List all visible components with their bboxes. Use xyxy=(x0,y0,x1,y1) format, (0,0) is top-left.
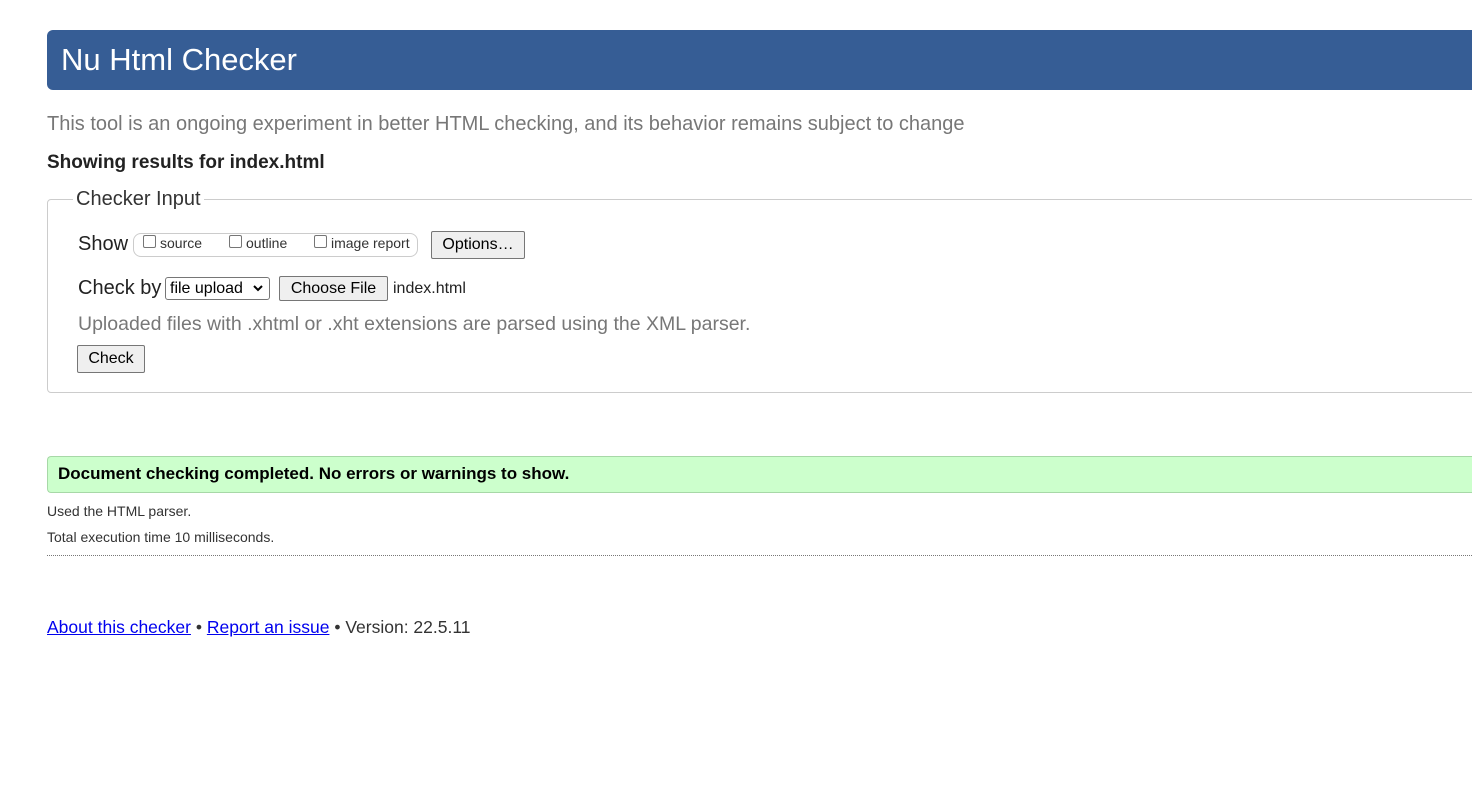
xml-parser-hint: Uploaded files with .xhtml or .xht exten… xyxy=(78,313,751,335)
image-report-label: image report xyxy=(331,235,410,251)
parser-note: Used the HTML parser. xyxy=(47,503,192,519)
checker-input-legend: Checker Input xyxy=(73,187,204,211)
selected-file-name: index.html xyxy=(393,280,466,297)
choose-file-button[interactable]: Choose File xyxy=(279,276,388,301)
page: Nu Html Checker This tool is an ongoing … xyxy=(0,0,1472,808)
footer-separator: • xyxy=(195,617,202,637)
image-report-checkbox[interactable] xyxy=(314,234,327,248)
execution-time: Total execution time 10 milliseconds. xyxy=(47,529,275,545)
check-by-label: Check by xyxy=(78,277,162,299)
about-checker-link[interactable]: About this checker xyxy=(47,617,191,637)
show-outline-option[interactable]: outline xyxy=(229,234,288,251)
check-by-select[interactable]: file upload xyxy=(165,277,270,300)
footer-separator: • xyxy=(334,617,341,637)
success-message-box: Document checking completed. No errors o… xyxy=(47,456,1472,493)
options-button[interactable]: Options… xyxy=(431,231,525,259)
chevron-down-icon xyxy=(253,285,263,292)
outline-checkbox[interactable] xyxy=(229,234,242,248)
source-checkbox[interactable] xyxy=(143,234,156,248)
show-options-group: source outline image report xyxy=(133,233,418,257)
results-heading: Showing results for index.html xyxy=(47,152,325,173)
check-by-selected-value: file upload xyxy=(170,279,243,297)
tool-subtitle: This tool is an ongoing experiment in be… xyxy=(47,113,965,135)
show-source-option[interactable]: source xyxy=(143,234,203,251)
source-label: source xyxy=(160,235,203,251)
outline-label: outline xyxy=(246,235,288,251)
page-title: Nu Html Checker xyxy=(61,42,297,77)
version-text: Version: 22.5.11 xyxy=(345,617,471,637)
success-message: Document checking completed. No errors o… xyxy=(58,464,570,483)
footer: About this checker • Report an issue • V… xyxy=(47,616,471,638)
header-bar: Nu Html Checker xyxy=(47,30,1472,90)
show-label: Show xyxy=(78,233,129,255)
check-button[interactable]: Check xyxy=(77,345,145,373)
report-issue-link[interactable]: Report an issue xyxy=(207,617,330,637)
show-image-report-option[interactable]: image report xyxy=(314,234,410,251)
dotted-divider xyxy=(47,555,1472,556)
